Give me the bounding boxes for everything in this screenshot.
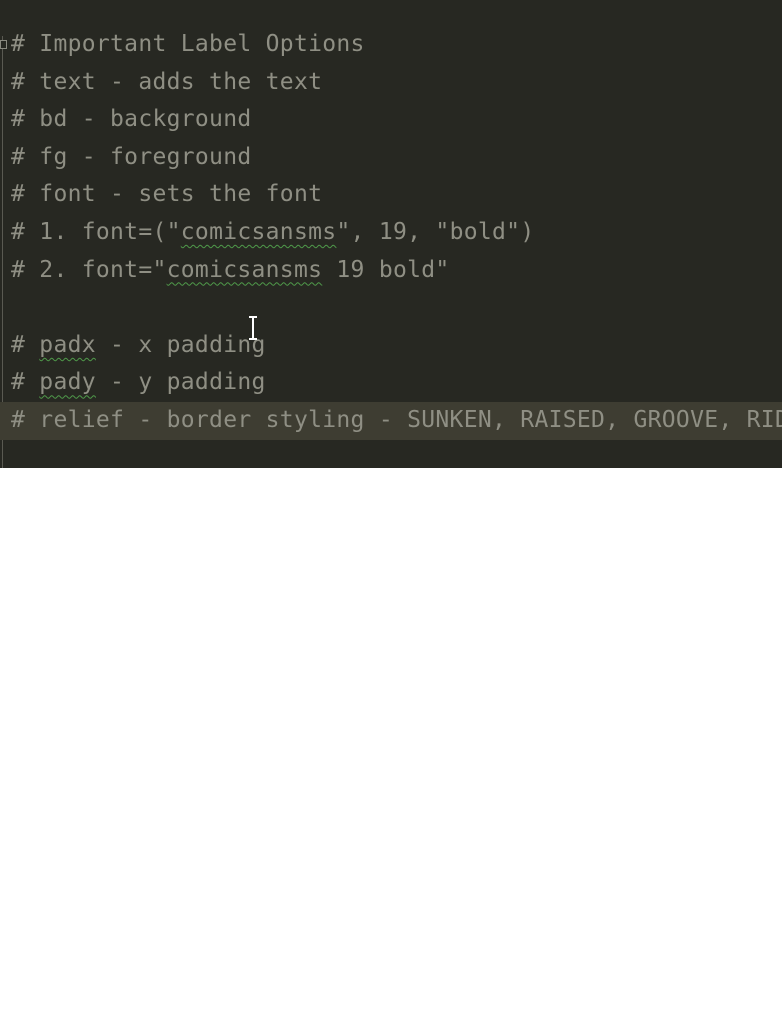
misspelled-word: padx xyxy=(39,331,96,358)
comment-text: - x padding xyxy=(95,331,266,358)
comment-text: # 2. font=" xyxy=(11,256,167,283)
comment-text: # text - adds the text xyxy=(11,68,323,95)
comment-text: # xyxy=(11,369,40,396)
code-line-5: # font - sets the font xyxy=(11,176,782,214)
code-line-3: # bd - background xyxy=(11,101,782,139)
code-area[interactable]: # Important Label Options # text - adds … xyxy=(0,26,782,440)
comment-text: # Important Label Options xyxy=(11,31,365,57)
code-line-1: # Important Label Options xyxy=(11,26,782,64)
comment-text: ", 19, "bold") xyxy=(336,218,535,245)
misspelled-word: comicsansms xyxy=(166,256,323,283)
misspelled-word: comicsansms xyxy=(180,218,337,245)
code-line-11-current: # relief - border styling - SUNKEN, RAIS… xyxy=(0,401,782,440)
fold-marker-icon[interactable] xyxy=(0,40,7,49)
comment-text: - y padding xyxy=(95,369,266,396)
code-line-9: # padx - x padding xyxy=(11,327,782,365)
code-line-6: # 1. font=("comicsansms", 19, "bold") xyxy=(11,214,782,252)
code-line-10: # pady - y padding xyxy=(11,364,782,402)
code-line-7: # 2. font="comicsansms 19 bold" xyxy=(11,252,782,290)
misspelled-word: pady xyxy=(39,369,96,396)
comment-text: # 1. font=(" xyxy=(11,218,181,245)
comment-text: # xyxy=(11,331,40,358)
comment-text: # fg - foreground xyxy=(11,143,252,170)
comment-text: # bd - background xyxy=(11,106,252,133)
text-cursor-icon xyxy=(249,316,257,340)
comment-text: # relief - border styling - SUNKEN, RAIS… xyxy=(11,406,782,433)
code-editor[interactable]: # Important Label Options # text - adds … xyxy=(0,0,782,468)
code-line-2: # text - adds the text xyxy=(11,64,782,102)
code-line-4: # fg - foreground xyxy=(11,139,782,177)
comment-text: 19 bold" xyxy=(322,256,450,283)
comment-text: # font - sets the font xyxy=(11,181,323,208)
